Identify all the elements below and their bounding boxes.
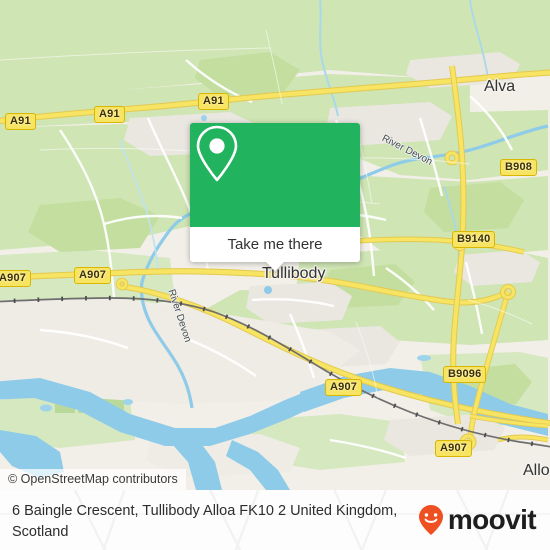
road-shield-b9096[interactable]: B9096	[443, 366, 487, 383]
map-attribution[interactable]: © OpenStreetMap contributors	[0, 469, 186, 490]
road-shield-a91-east[interactable]: A91	[198, 93, 229, 110]
road-shield-a907-east[interactable]: A907	[435, 440, 473, 457]
popup-header	[190, 123, 360, 227]
moovit-brand[interactable]: moovit	[416, 504, 537, 536]
road-shield-b9140[interactable]: B9140	[452, 231, 496, 248]
place-label-alva: Alva	[484, 78, 516, 95]
take-me-there-label: Take me there	[227, 236, 323, 253]
moovit-wordmark: moovit	[447, 504, 537, 535]
address-text: 6 Baingle Crescent, Tullibody Alloa FK10…	[12, 503, 398, 540]
map-canvas[interactable]: Alva Tullibody Allo River Devon River De…	[0, 0, 550, 490]
road-shield-a907-south[interactable]: A907	[325, 379, 363, 396]
map-screenshot: Alva Tullibody Allo River Devon River De…	[0, 0, 550, 550]
location-popup[interactable]: Take me there	[190, 123, 360, 271]
road-shield-a907-edge[interactable]: A907	[0, 270, 32, 287]
road-shield-a907-west[interactable]: A907	[74, 267, 112, 284]
popup-tail	[266, 262, 284, 271]
take-me-there-button[interactable]: Take me there	[190, 227, 360, 262]
road-shield-b908[interactable]: B908	[500, 159, 538, 176]
place-label-alloa: Allo	[523, 462, 550, 479]
road-shield-a91-mid[interactable]: A91	[94, 106, 125, 123]
road-shield-a91-west[interactable]: A91	[5, 113, 36, 130]
footer-bar: 6 Baingle Crescent, Tullibody Alloa FK10…	[0, 490, 550, 550]
map-pin-icon	[196, 125, 238, 182]
moovit-pin-smiley-icon	[418, 505, 443, 535]
